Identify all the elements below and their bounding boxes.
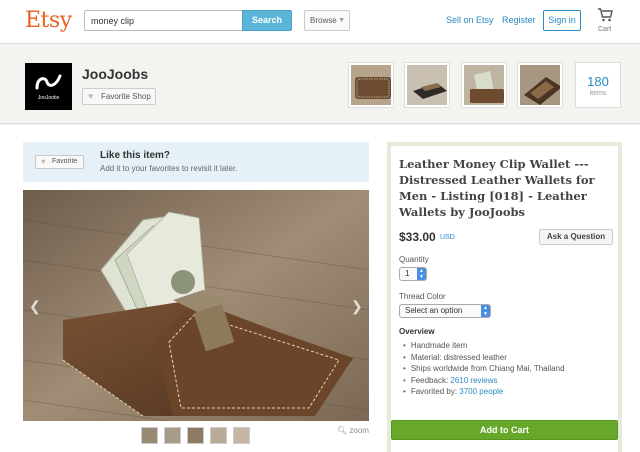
- like-subtitle: Add it to your favorites to revisit it l…: [100, 164, 238, 173]
- shop-item-thumbnail[interactable]: [518, 63, 562, 107]
- favorited-people-link[interactable]: 3700 people: [459, 387, 503, 396]
- wallet-thumbnail-image: [407, 65, 447, 105]
- shop-item-thumbnail[interactable]: [405, 63, 449, 107]
- next-image-arrow-icon[interactable]: ❯: [351, 298, 363, 315]
- overview-item: Ships worldwide from Chiang Mai, Thailan…: [403, 363, 565, 375]
- shop-logo-mark-icon: [35, 74, 62, 90]
- feedback-reviews-link[interactable]: 2610 reviews: [450, 376, 497, 385]
- ask-question-button[interactable]: Ask a Question: [539, 229, 613, 245]
- cart-icon[interactable]: [597, 8, 613, 22]
- listing-title: Leather Money Clip Wallet --- Distressed…: [399, 157, 595, 219]
- image-thumbnail[interactable]: [187, 427, 204, 444]
- register-link[interactable]: Register: [502, 15, 536, 25]
- like-prompt: ♥ Favorite Like this item? Add it to you…: [23, 142, 369, 182]
- overview-item: Handmade item: [403, 340, 565, 352]
- main-product-image[interactable]: ❮ ❯: [23, 190, 369, 421]
- search-button[interactable]: Search: [242, 10, 292, 31]
- listing-info-panel: Leather Money Clip Wallet --- Distressed…: [387, 142, 622, 452]
- thread-color-select[interactable]: Select an option ▲ ▼: [399, 304, 491, 318]
- wallet-thumbnail-image: [351, 65, 391, 105]
- listing-price: $33.00: [399, 230, 436, 244]
- items-count-number: 180: [587, 74, 609, 89]
- chevron-down-icon: ▼: [338, 17, 345, 24]
- shop-logo-text: JooJoobs: [37, 95, 60, 101]
- heart-icon: ♥: [88, 91, 94, 101]
- quantity-label: Quantity: [399, 255, 429, 264]
- zoom-link[interactable]: 🔍︎ zoom: [337, 426, 369, 435]
- overview-item: Material: distressed leather: [403, 352, 565, 364]
- image-thumbnail[interactable]: [210, 427, 227, 444]
- overview-item: Feedback: 2610 reviews: [403, 375, 565, 387]
- select-arrows-icon: ▲ ▼: [417, 268, 426, 280]
- shop-item-thumbnail[interactable]: [349, 63, 393, 107]
- leather-wallet-photo: [23, 190, 369, 421]
- favorite-shop-button[interactable]: ♥ Favorite Shop: [82, 88, 156, 105]
- feedback-label: Feedback:: [410, 375, 451, 385]
- favorite-shop-label: Favorite Shop: [101, 92, 151, 101]
- overview-list: Handmade item Material: distressed leath…: [403, 340, 565, 398]
- image-thumbnail[interactable]: [233, 427, 250, 444]
- quantity-select[interactable]: 1 ▲ ▼: [399, 267, 427, 281]
- favorited-label: Favorited by:: [410, 387, 460, 396]
- browse-label: Browse: [310, 16, 337, 25]
- favorite-item-button[interactable]: ♥ Favorite: [35, 155, 84, 169]
- sell-on-etsy-link[interactable]: Sell on Etsy: [446, 15, 494, 25]
- heart-icon: ♥: [41, 157, 46, 166]
- cart-label[interactable]: Cart: [598, 26, 611, 33]
- wallet-thumbnail-image: [520, 65, 560, 105]
- shop-item-thumbnail[interactable]: [462, 63, 506, 107]
- magnifier-icon: 🔍︎: [337, 426, 348, 435]
- shop-header: JooJoobs JooJoobs ♥ Favorite Shop 180 it…: [0, 45, 640, 124]
- browse-dropdown[interactable]: Browse ▼: [304, 10, 350, 31]
- image-thumbnail[interactable]: [164, 427, 181, 444]
- search-input[interactable]: [84, 10, 242, 31]
- image-thumbnail[interactable]: [141, 427, 158, 444]
- add-to-cart-button[interactable]: Add to Cart: [391, 420, 618, 440]
- shop-logo[interactable]: JooJoobs: [25, 63, 72, 110]
- favorite-item-label: Favorite: [52, 158, 78, 165]
- overview-item: Favorited by: 3700 people: [403, 386, 565, 398]
- items-count-label: items: [589, 90, 607, 97]
- thread-color-label: Thread Color: [399, 292, 446, 301]
- select-arrows-icon: ▲ ▼: [481, 305, 490, 317]
- like-title: Like this item?: [100, 150, 171, 161]
- sign-in-button[interactable]: Sign in: [543, 10, 581, 31]
- shop-name[interactable]: JooJoobs: [82, 66, 148, 82]
- shop-items-count[interactable]: 180 items: [575, 62, 621, 108]
- top-nav: Etsy Search Browse ▼ Sell on Etsy Regist…: [0, 0, 640, 44]
- previous-image-arrow-icon[interactable]: ❮: [29, 298, 41, 315]
- listing-main: ♥ Favorite Like this item? Add it to you…: [0, 125, 640, 452]
- thread-color-value: Select an option: [405, 306, 463, 315]
- quantity-value: 1: [405, 269, 410, 278]
- currency-link[interactable]: USD: [440, 234, 455, 241]
- zoom-label: zoom: [349, 426, 369, 435]
- etsy-logo[interactable]: Etsy: [25, 8, 72, 33]
- overview-heading: Overview: [399, 327, 435, 336]
- wallet-thumbnail-image: [464, 65, 504, 105]
